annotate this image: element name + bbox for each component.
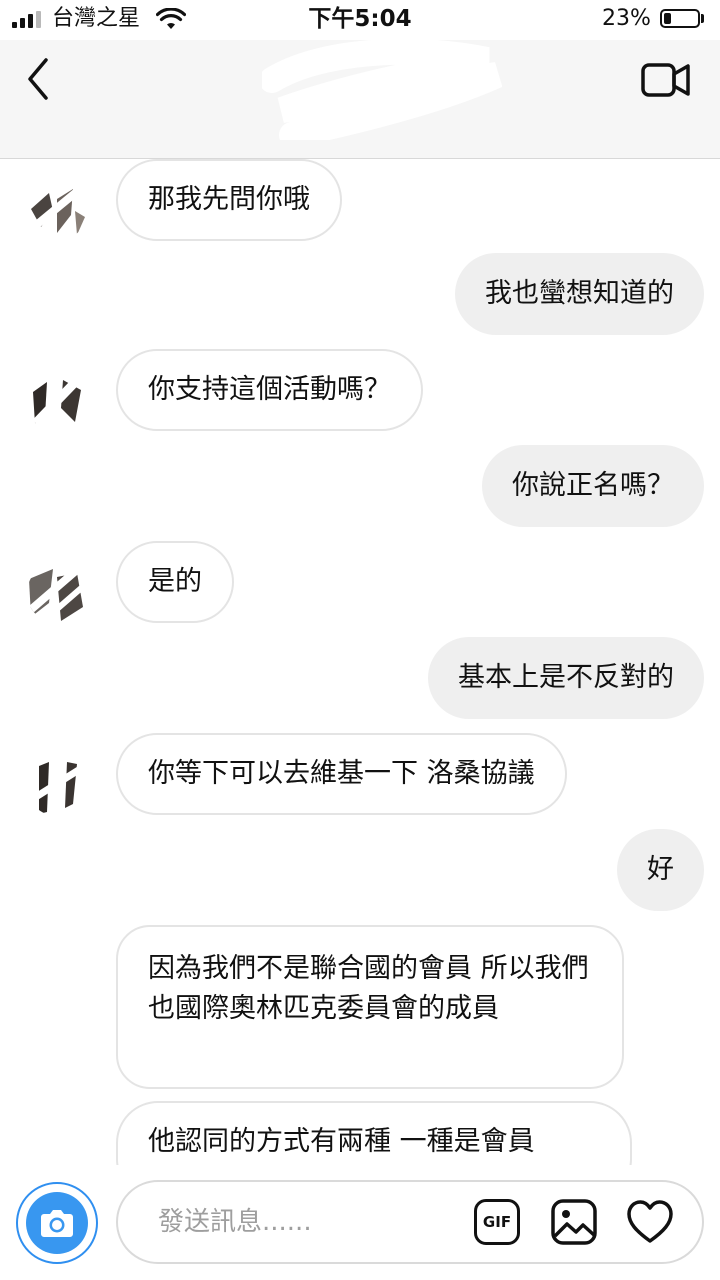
gif-button[interactable]: GIF [474,1199,520,1245]
message-bubble-incoming[interactable]: 他認同的方式有兩種 一種是會員 [116,1101,632,1165]
sender-avatar[interactable] [27,756,87,816]
message-input-placeholder: 發送訊息...... [158,1207,312,1237]
message-bubble-outgoing[interactable]: 基本上是不反對的 [428,637,704,719]
camera-icon [26,1192,88,1254]
message-bubble-outgoing[interactable]: 你說正名嗎？ [482,445,704,527]
sender-avatar[interactable] [27,181,87,241]
image-gallery-icon[interactable] [550,1198,598,1246]
message-bubble-incoming[interactable]: 你支持這個活動嗎？ [116,349,423,431]
message-bubble-incoming[interactable]: 因為我們不是聯合國的會員 所以我們也國際奧林匹克委員會的成員 [116,925,624,1089]
video-call-icon[interactable] [640,60,692,100]
battery-cap [701,14,704,23]
sender-avatar[interactable] [27,372,87,432]
message-bubble-incoming[interactable]: 你等下可以去維基一下 洛桑協議 [116,733,567,815]
camera-button[interactable] [16,1182,98,1264]
message-input[interactable]: 發送訊息...... GIF [116,1180,704,1264]
heart-icon[interactable] [626,1199,674,1245]
message-thread[interactable]: 那我先問你哦 我也蠻想知道的 你支持這個活動嗎？ 你說正名嗎？ 是的 基本上是不… [0,159,720,1165]
chat-header: ichesh [0,40,720,159]
sender-avatar[interactable] [27,563,87,623]
message-composer: 發送訊息...... GIF [0,1165,720,1280]
chevron-left-icon[interactable] [18,54,62,104]
battery-percent: 23% [602,6,651,31]
message-bubble-incoming[interactable]: 是的 [116,541,234,623]
status-bar: 台灣之星 下午5:04 23% [0,0,720,40]
direct-message-screen: 台灣之星 下午5:04 23% ichesh 那我先問你哦 我也蠻想知道的 你支… [0,0,720,1280]
message-bubble-incoming[interactable]: 那我先問你哦 [116,159,342,241]
message-bubble-outgoing[interactable]: 我也蠻想知道的 [455,253,704,335]
redaction-scribble [262,40,502,140]
battery-level-fill [664,13,671,24]
battery-icon [660,9,700,28]
message-bubble-outgoing[interactable]: 好 [617,829,704,911]
